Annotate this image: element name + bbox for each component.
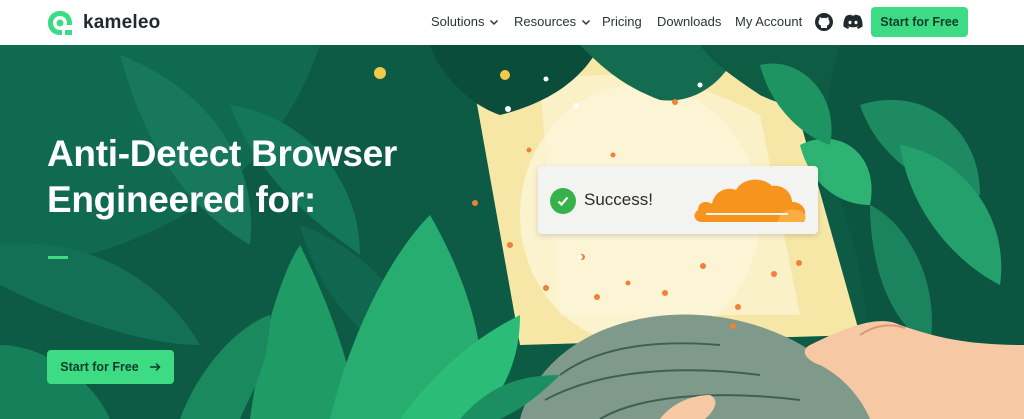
headline-line-1: Anti-Detect Browser — [47, 133, 397, 174]
nav-item-label: Pricing — [602, 14, 642, 29]
top-navbar: kameleo Solutions Resources Pricing Down… — [0, 0, 1024, 45]
start-for-free-button[interactable]: Start for Free — [871, 7, 968, 37]
nav-item-label: Resources — [514, 14, 577, 29]
hero-cta-label: Start for Free — [60, 360, 139, 374]
success-label: Success! — [584, 190, 653, 209]
headline-line-2: Engineered for: — [47, 179, 316, 220]
brand-logo[interactable]: kameleo — [45, 8, 160, 38]
nav-item-my-account[interactable]: My Account — [735, 14, 802, 29]
hero-section: Anti-Detect Browser Engineered for: Star… — [0, 45, 1024, 419]
nav-item-solutions[interactable]: Solutions — [431, 14, 499, 29]
brand-name: kameleo — [83, 12, 161, 33]
hero-start-for-free-button[interactable]: Start for Free — [47, 350, 174, 384]
typing-cursor-dash — [48, 256, 68, 259]
nav-item-label: Downloads — [657, 14, 722, 29]
nav-item-downloads[interactable]: Downloads — [657, 14, 721, 29]
chevron-down-icon — [490, 19, 499, 25]
nav-item-label: My Account — [735, 14, 803, 29]
hero-headline: Anti-Detect Browser Engineered for: — [47, 131, 467, 223]
arrow-right-icon — [149, 362, 161, 372]
kameleo-logo-icon — [48, 11, 72, 35]
nav-item-label: Solutions — [431, 14, 485, 29]
chevron-down-icon — [582, 19, 591, 25]
success-card: Success! — [538, 166, 818, 234]
discord-icon[interactable] — [842, 12, 864, 32]
cloudflare-cloud-icon — [694, 179, 806, 222]
github-icon[interactable] — [814, 12, 834, 32]
nav-item-pricing[interactable]: Pricing — [602, 14, 642, 29]
check-circle-icon — [550, 188, 576, 214]
nav-item-resources[interactable]: Resources — [514, 14, 591, 29]
